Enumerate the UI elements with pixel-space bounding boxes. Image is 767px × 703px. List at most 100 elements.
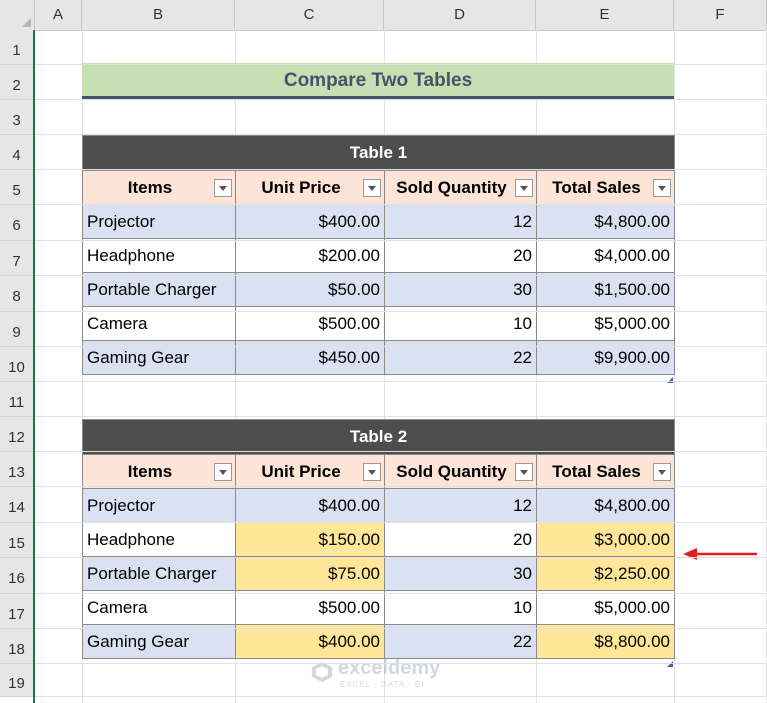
page-title[interactable]: Compare Two Tables — [82, 63, 674, 100]
table-row: Projector $400.00 12 $4,800.00 — [82, 204, 675, 239]
table-2-header-items[interactable]: Items — [82, 454, 236, 489]
table-1-header-unit-price[interactable]: Unit Price — [235, 170, 385, 205]
row-header-2[interactable]: 2 — [0, 65, 33, 100]
cell-total-sales[interactable]: $4,800.00 — [536, 488, 675, 523]
cell-sold-quantity[interactable]: 30 — [384, 272, 537, 307]
column-header-e[interactable]: E — [536, 0, 674, 30]
table-row: Headphone $200.00 20 $4,000.00 — [82, 238, 675, 273]
filter-dropdown-icon[interactable] — [653, 179, 671, 197]
row-header-13[interactable]: 13 — [0, 452, 33, 487]
row-header-8[interactable]: 8 — [0, 276, 33, 312]
cell-item[interactable]: Projector — [82, 204, 236, 239]
gridline — [35, 204, 767, 205]
row-header-4[interactable]: 4 — [0, 135, 33, 170]
cell-sold-quantity[interactable]: 12 — [384, 488, 537, 523]
cell-unit-price-highlighted[interactable]: $150.00 — [235, 522, 385, 557]
gridline — [35, 311, 767, 312]
cell-unit-price[interactable]: $400.00 — [235, 488, 385, 523]
gridline — [35, 557, 767, 558]
table-row: Portable Charger $50.00 30 $1,500.00 — [82, 272, 675, 307]
gridline — [35, 381, 767, 382]
cell-sold-quantity[interactable]: 20 — [384, 238, 537, 273]
table-row: Gaming Gear $400.00 22 $8,800.00 — [82, 624, 675, 659]
cell-total-sales-highlighted[interactable]: $2,250.00 — [536, 556, 675, 591]
table-2-header-total-sales[interactable]: Total Sales — [536, 454, 675, 489]
filter-dropdown-icon[interactable] — [363, 179, 381, 197]
row-header-17[interactable]: 17 — [0, 594, 33, 629]
cell-total-sales[interactable]: $4,800.00 — [536, 204, 675, 239]
row-header-10[interactable]: 10 — [0, 347, 33, 382]
filter-dropdown-icon[interactable] — [515, 463, 533, 481]
row-header-11[interactable]: 11 — [0, 382, 33, 417]
gridline — [35, 240, 767, 241]
row-header-1[interactable]: 1 — [0, 30, 33, 65]
column-header-c[interactable]: C — [235, 0, 384, 30]
gridline — [35, 628, 767, 629]
watermark-name: exceldemy — [338, 657, 441, 679]
column-header-d[interactable]: D — [384, 0, 536, 30]
table-1-header-total-sales[interactable]: Total Sales — [536, 170, 675, 205]
table-2-header-sold-quantity[interactable]: Sold Quantity — [384, 454, 537, 489]
table-1-resize-handle-icon[interactable] — [667, 377, 673, 383]
filter-dropdown-icon[interactable] — [363, 463, 381, 481]
cell-total-sales-highlighted[interactable]: $3,000.00 — [536, 522, 675, 557]
table-1: Table 1 Items Unit Price Sold Quantity T… — [82, 135, 675, 375]
table-2-header-unit-price[interactable]: Unit Price — [235, 454, 385, 489]
row-header-16[interactable]: 16 — [0, 558, 33, 594]
cell-sold-quantity[interactable]: 10 — [384, 590, 537, 625]
cell-unit-price-highlighted[interactable]: $400.00 — [235, 624, 385, 659]
header-label: Items — [127, 177, 173, 197]
row-header-9[interactable]: 9 — [0, 312, 33, 347]
cell-unit-price[interactable]: $200.00 — [235, 238, 385, 273]
gridline — [35, 169, 767, 170]
cell-item[interactable]: Headphone — [82, 238, 236, 273]
gridline — [35, 346, 767, 347]
cell-sold-quantity[interactable]: 30 — [384, 556, 537, 591]
cell-total-sales-highlighted[interactable]: $8,800.00 — [536, 624, 675, 659]
cell-unit-price[interactable]: $50.00 — [235, 272, 385, 307]
cell-unit-price[interactable]: $500.00 — [235, 590, 385, 625]
cell-total-sales[interactable]: $4,000.00 — [536, 238, 675, 273]
row-header-14[interactable]: 14 — [0, 487, 33, 523]
header-label: Unit Price — [261, 461, 341, 481]
row-header-6[interactable]: 6 — [0, 205, 33, 241]
cell-item[interactable]: Portable Charger — [82, 556, 236, 591]
row-header-15[interactable]: 15 — [0, 523, 33, 558]
cell-item[interactable]: Projector — [82, 488, 236, 523]
cell-unit-price[interactable]: $400.00 — [235, 204, 385, 239]
cell-item[interactable]: Headphone — [82, 522, 236, 557]
row-header-3[interactable]: 3 — [0, 100, 33, 135]
exceldemy-watermark: exceldemy EXCEL · DATA · BI — [310, 655, 460, 695]
filter-dropdown-icon[interactable] — [515, 179, 533, 197]
row-header-12[interactable]: 12 — [0, 417, 33, 452]
row-header-5[interactable]: 5 — [0, 170, 33, 205]
header-label: Total Sales — [552, 461, 641, 481]
cell-total-sales[interactable]: $1,500.00 — [536, 272, 675, 307]
row-header-18[interactable]: 18 — [0, 629, 33, 664]
row-header-19[interactable]: 19 — [0, 664, 33, 697]
table-2-caption[interactable]: Table 2 — [82, 419, 675, 455]
table-2-resize-handle-icon[interactable] — [667, 661, 673, 667]
cell-sold-quantity[interactable]: 20 — [384, 522, 537, 557]
table-1-caption[interactable]: Table 1 — [82, 135, 675, 171]
cell-sold-quantity[interactable]: 12 — [384, 204, 537, 239]
cell-unit-price-highlighted[interactable]: $75.00 — [235, 556, 385, 591]
cell-sold-quantity[interactable]: 22 — [384, 624, 537, 659]
gridline — [35, 663, 767, 664]
cell-total-sales[interactable]: $5,000.00 — [536, 590, 675, 625]
column-header-a[interactable]: A — [35, 0, 82, 30]
header-label: Total Sales — [552, 177, 641, 197]
cell-item[interactable]: Portable Charger — [82, 272, 236, 307]
filter-dropdown-icon[interactable] — [214, 463, 232, 481]
select-all-triangle-icon — [22, 18, 31, 27]
filter-dropdown-icon[interactable] — [653, 463, 671, 481]
filter-dropdown-icon[interactable] — [214, 179, 232, 197]
cell-item[interactable]: Gaming Gear — [82, 624, 236, 659]
cell-item[interactable]: Camera — [82, 590, 236, 625]
row-header-7[interactable]: 7 — [0, 241, 33, 276]
column-header-b[interactable]: B — [82, 0, 235, 30]
column-header-f[interactable]: F — [674, 0, 767, 30]
select-all-button[interactable] — [0, 0, 35, 30]
table-1-header-items[interactable]: Items — [82, 170, 236, 205]
table-1-header-sold-quantity[interactable]: Sold Quantity — [384, 170, 537, 205]
